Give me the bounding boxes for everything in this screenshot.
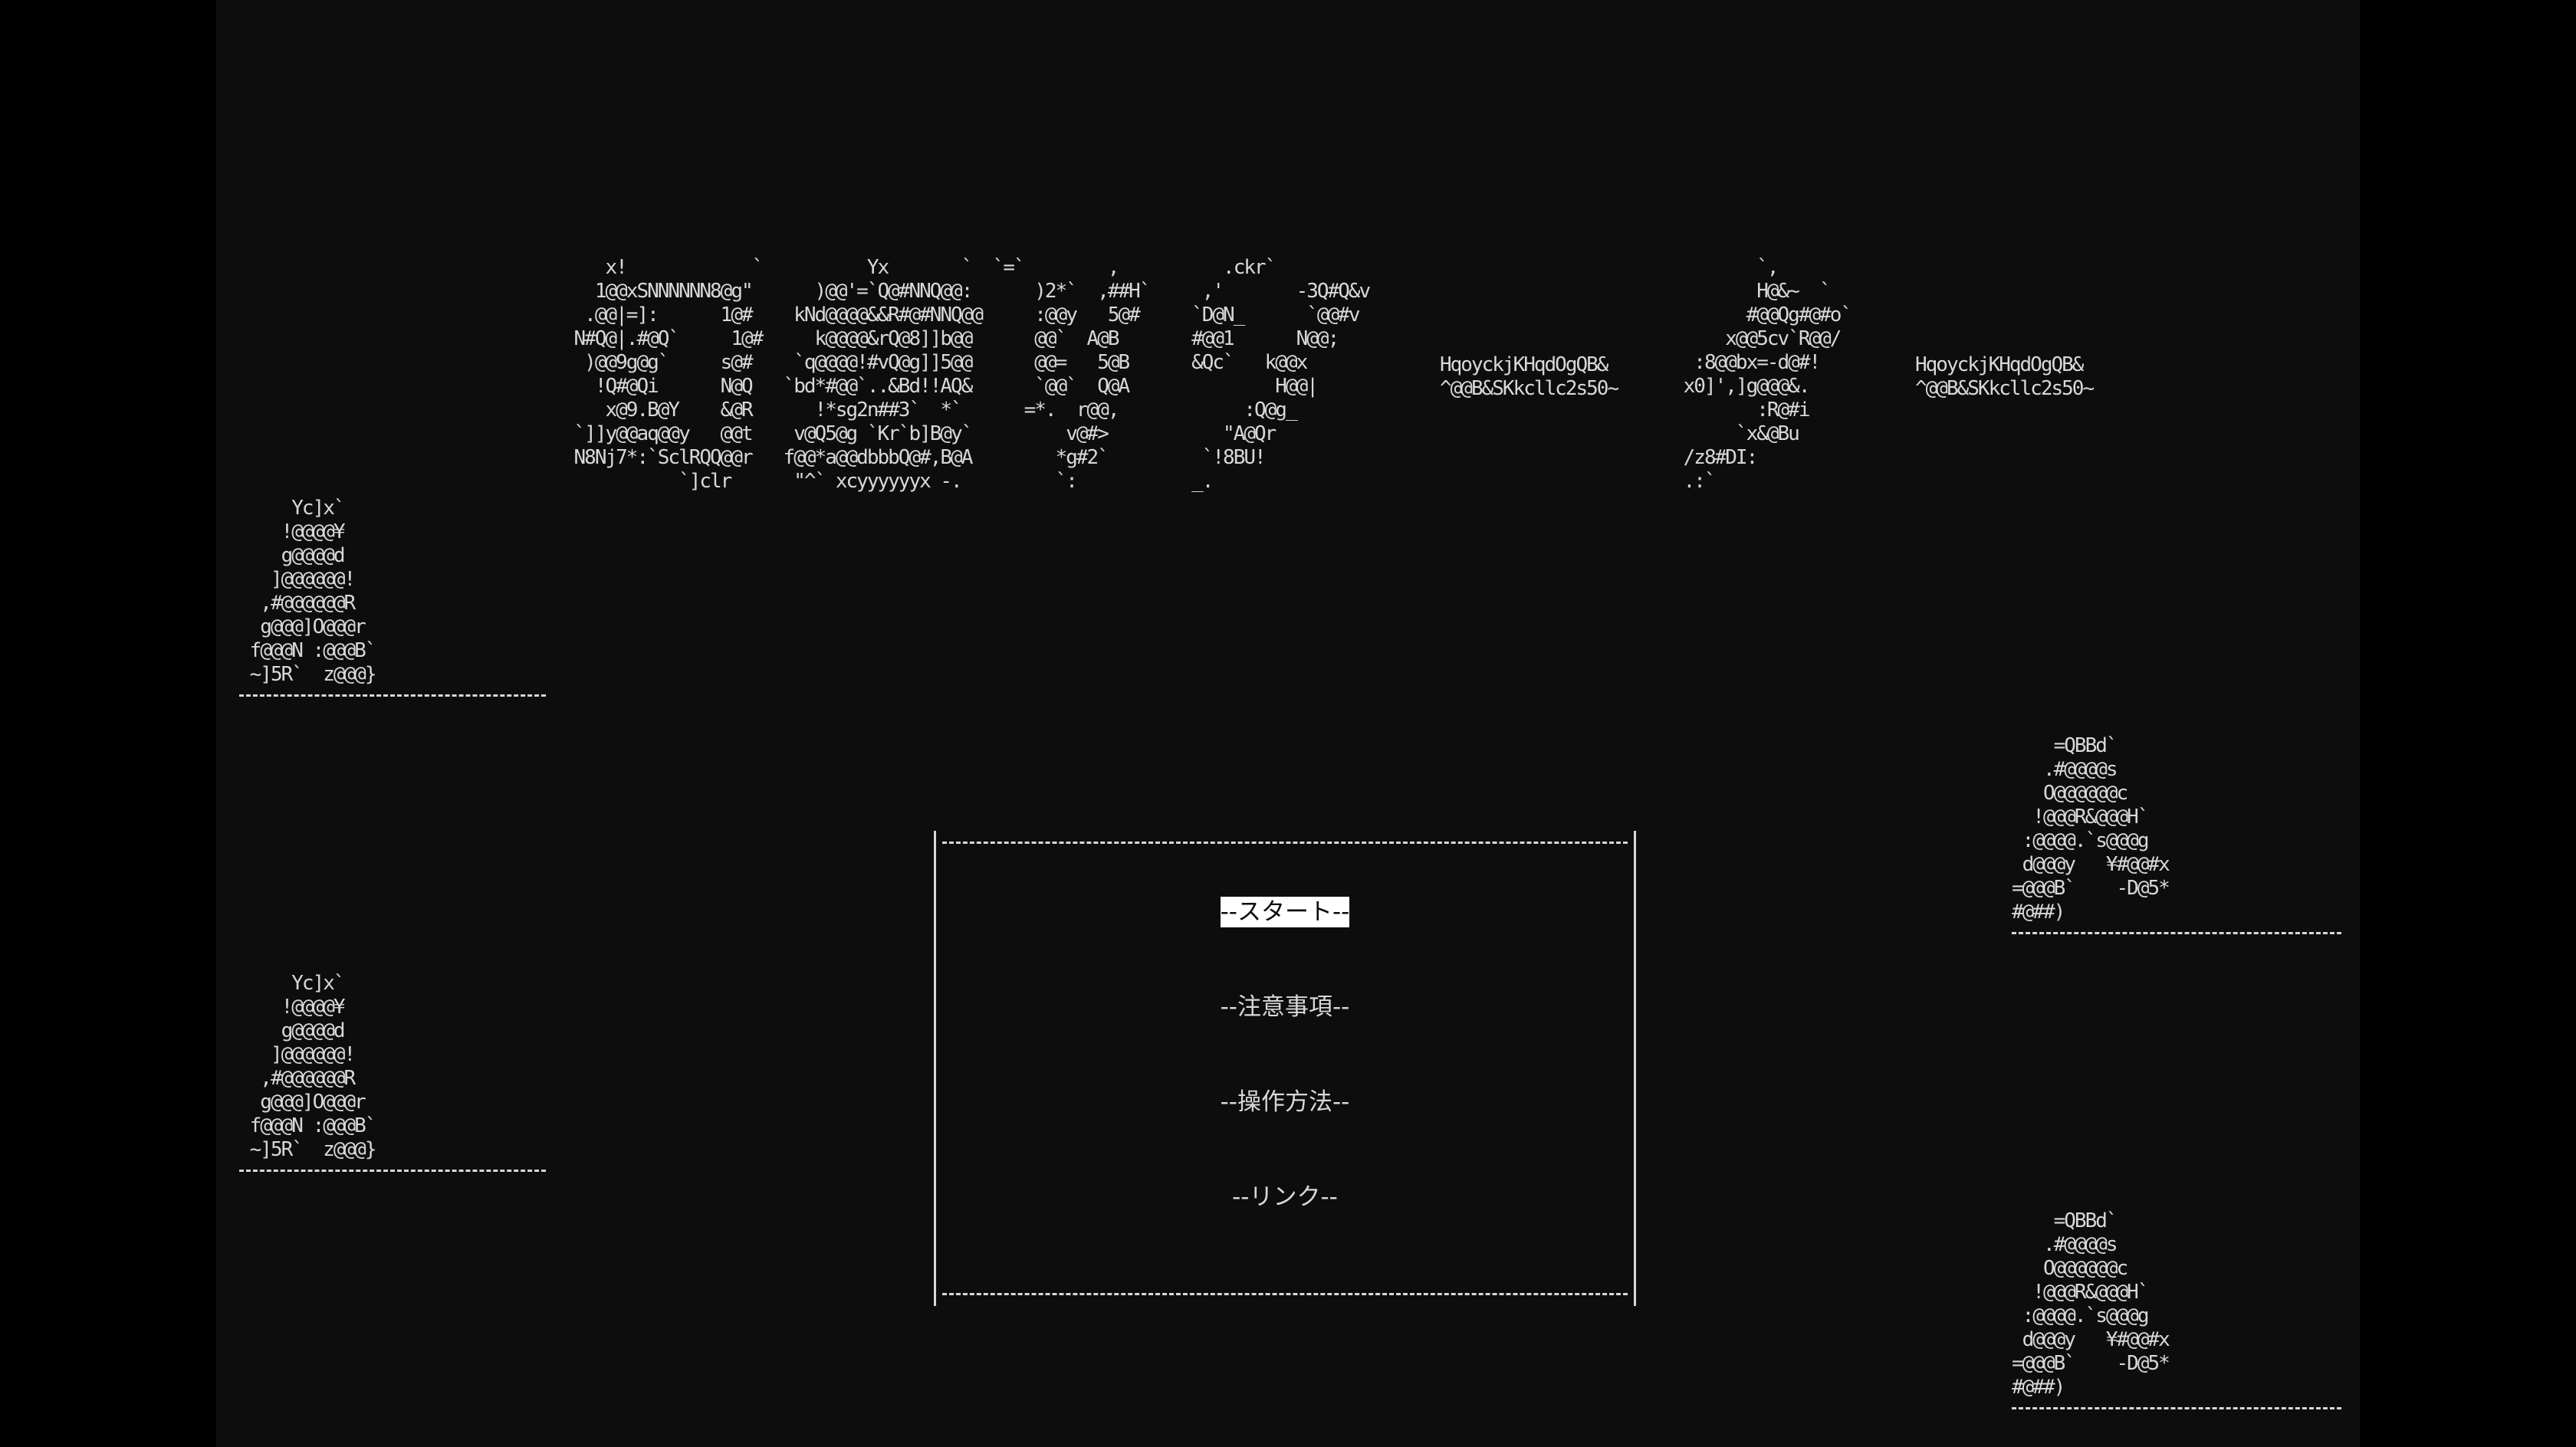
- ascii-title-glyph-right: `, H@&~ ` #@@Qg#@#o` x@@5cv`R@@/ :8@@bx=…: [1683, 256, 1852, 493]
- ascii-cone-figure-bottom-left: Yc]x` !@@@@¥ g@@@@d ]@@@@@@! ,#@@@@@@R g…: [239, 972, 546, 1172]
- ascii-arch-figure-bottom-right: =QBBd` .#@@@@s O@@@@@@c !@@@R&@@@H` :@@@…: [2012, 1209, 2341, 1409]
- menu-item-controls[interactable]: --操作方法--: [936, 1087, 1634, 1117]
- title-menu: --スタート-- --注意事項-- --操作方法-- --リンク--: [934, 831, 1636, 1306]
- menu-item-label: --スタート--: [1220, 897, 1350, 927]
- game-screen: x! ` Yx ` `=` , .ckr` 1@@xSNNNNNN8@g" )@…: [216, 0, 2360, 1447]
- dashed-ground-line: [2012, 932, 2341, 934]
- ascii-cone-art: Yc]x` !@@@@¥ g@@@@d ]@@@@@@! ,#@@@@@@R g…: [249, 497, 377, 686]
- menu-item-label: --注意事項--: [1220, 993, 1350, 1021]
- ascii-cone-art: Yc]x` !@@@@¥ g@@@@d ]@@@@@@! ,#@@@@@@R g…: [249, 972, 377, 1161]
- ascii-arch-figure-top-right: =QBBd` .#@@@@s O@@@@@@c !@@@R&@@@H` :@@@…: [2012, 734, 2341, 934]
- ascii-arch-art: =QBBd` .#@@@@s O@@@@@@c !@@@R&@@@H` :@@@…: [2012, 1209, 2170, 1399]
- dashed-ground-line: [2012, 1407, 2341, 1409]
- ascii-title-subtext-1: HqoyckjKHqdOgQB& ^@@B&SKkcllc2s50~: [1440, 353, 1619, 400]
- ascii-title-logo: x! ` Yx ` `=` , .ckr` 1@@xSNNNNNN8@g" )@…: [573, 256, 1372, 493]
- menu-item-links[interactable]: --リンク--: [936, 1182, 1634, 1212]
- letterbox-left: [0, 0, 216, 1447]
- menu-item-label: --操作方法--: [1220, 1088, 1350, 1116]
- ascii-cone-figure-top-left: Yc]x` !@@@@¥ g@@@@d ]@@@@@@! ,#@@@@@@R g…: [239, 497, 546, 697]
- dashed-ground-line: [239, 694, 546, 697]
- letterbox-right: [2360, 0, 2576, 1447]
- menu-item-label: --リンク--: [1232, 1183, 1338, 1211]
- menu-item-start[interactable]: --スタート--: [936, 897, 1634, 927]
- ascii-arch-art: =QBBd` .#@@@@s O@@@@@@c !@@@R&@@@H` :@@@…: [2012, 734, 2170, 924]
- menu-item-notes[interactable]: --注意事項--: [936, 992, 1634, 1022]
- ascii-title-subtext-2: HqoyckjKHqdOgQB& ^@@B&SKkcllc2s50~: [1915, 353, 2095, 400]
- dashed-ground-line: [239, 1170, 546, 1172]
